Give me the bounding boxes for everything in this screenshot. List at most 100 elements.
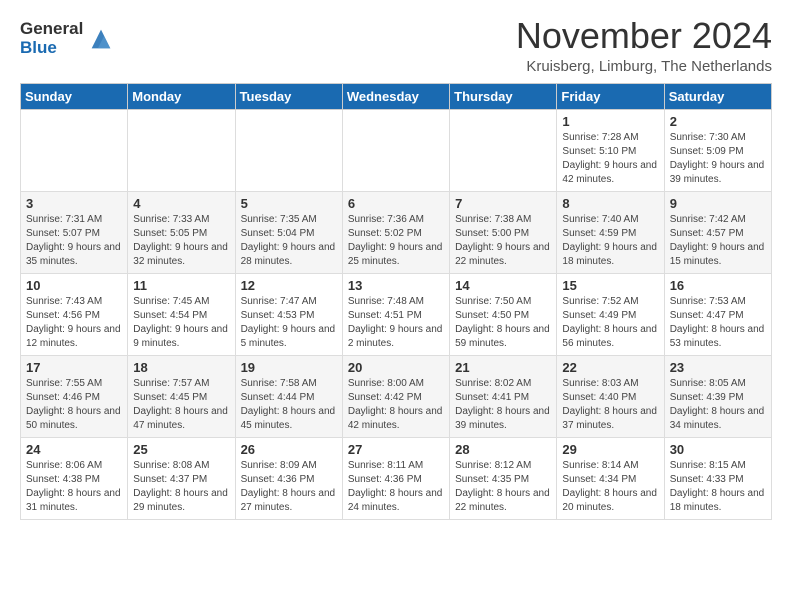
day-info: Sunrise: 8:02 AM Sunset: 4:41 PM Dayligh…: [455, 377, 551, 433]
day-cell: [450, 109, 557, 191]
day-info: Sunrise: 8:00 AM Sunset: 4:42 PM Dayligh…: [348, 377, 444, 433]
day-cell: 4Sunrise: 7:33 AM Sunset: 5:05 PM Daylig…: [128, 191, 235, 273]
logo-general: General: [20, 20, 83, 39]
day-number: 20: [348, 360, 444, 375]
day-number: 13: [348, 278, 444, 293]
logo-blue: Blue: [20, 39, 83, 58]
day-info: Sunrise: 7:35 AM Sunset: 5:04 PM Dayligh…: [241, 213, 337, 269]
day-cell: 19 Sunrise: 7:58 AM Sunset: 4:44 PM Dayli…: [235, 355, 342, 437]
day-number: 18: [133, 360, 229, 375]
week-row-1: 3 Sunrise: 7:31 AM Sunset: 5:07 PM Daylig…: [21, 191, 772, 273]
week-row-2: 10Sunrise: 7:43 AM Sunset: 4:56 PM Dayli…: [21, 273, 772, 355]
logo: General Blue: [20, 20, 115, 57]
day-number: 27: [348, 442, 444, 457]
day-number: 9: [670, 196, 766, 211]
day-cell: 25 Sunrise: 8:08 AM Sunset: 4:37 PM Dayli…: [128, 437, 235, 519]
day-cell: 6Sunrise: 7:36 AM Sunset: 5:02 PM Daylig…: [342, 191, 449, 273]
day-info: Sunrise: 7:45 AM Sunset: 4:54 PM Dayligh…: [133, 295, 229, 351]
day-info: Sunrise: 8:06 AM Sunset: 4:38 PM Dayligh…: [26, 459, 122, 515]
day-info: Sunrise: 7:38 AM Sunset: 5:00 PM Dayligh…: [455, 213, 551, 269]
day-cell: 28 Sunrise: 8:12 AM Sunset: 4:35 PM Dayli…: [450, 437, 557, 519]
day-cell: 27 Sunrise: 8:11 AM Sunset: 4:36 PM Dayli…: [342, 437, 449, 519]
day-cell: [21, 109, 128, 191]
day-cell: 18 Sunrise: 7:57 AM Sunset: 4:45 PM Dayli…: [128, 355, 235, 437]
day-cell: 13Sunrise: 7:48 AM Sunset: 4:51 PM Dayli…: [342, 273, 449, 355]
day-cell: 7 Sunrise: 7:38 AM Sunset: 5:00 PM Daylig…: [450, 191, 557, 273]
day-cell: [342, 109, 449, 191]
day-cell: 16Sunrise: 7:53 AM Sunset: 4:47 PM Dayli…: [664, 273, 771, 355]
day-info: Sunrise: 8:09 AM Sunset: 4:36 PM Dayligh…: [241, 459, 337, 515]
day-cell: 1 Sunrise: 7:28 AM Sunset: 5:10 PM Daylig…: [557, 109, 664, 191]
subtitle: Kruisberg, Limburg, The Netherlands: [516, 58, 772, 75]
day-cell: 3 Sunrise: 7:31 AM Sunset: 5:07 PM Daylig…: [21, 191, 128, 273]
day-cell: 8 Sunrise: 7:40 AM Sunset: 4:59 PM Daylig…: [557, 191, 664, 273]
col-saturday: Saturday: [664, 83, 771, 109]
day-cell: 14Sunrise: 7:50 AM Sunset: 4:50 PM Dayli…: [450, 273, 557, 355]
day-number: 29: [562, 442, 658, 457]
day-info: Sunrise: 7:52 AM Sunset: 4:49 PM Dayligh…: [562, 295, 658, 351]
day-info: Sunrise: 8:03 AM Sunset: 4:40 PM Dayligh…: [562, 377, 658, 433]
day-number: 6: [348, 196, 444, 211]
day-number: 24: [26, 442, 122, 457]
day-number: 17: [26, 360, 122, 375]
page: General Blue November 2024 Kruisberg, Li…: [0, 0, 792, 536]
day-info: Sunrise: 7:42 AM Sunset: 4:57 PM Dayligh…: [670, 213, 766, 269]
header-row: Sunday Monday Tuesday Wednesday Thursday…: [21, 83, 772, 109]
day-number: 5: [241, 196, 337, 211]
day-info: Sunrise: 7:28 AM Sunset: 5:10 PM Dayligh…: [562, 131, 658, 187]
week-row-3: 17Sunrise: 7:55 AM Sunset: 4:46 PM Dayli…: [21, 355, 772, 437]
day-cell: 23 Sunrise: 8:05 AM Sunset: 4:39 PM Dayli…: [664, 355, 771, 437]
day-info: Sunrise: 8:05 AM Sunset: 4:39 PM Dayligh…: [670, 377, 766, 433]
day-info: Sunrise: 8:08 AM Sunset: 4:37 PM Dayligh…: [133, 459, 229, 515]
day-number: 30: [670, 442, 766, 457]
day-cell: 30Sunrise: 8:15 AM Sunset: 4:33 PM Dayli…: [664, 437, 771, 519]
day-number: 21: [455, 360, 551, 375]
day-info: Sunrise: 7:33 AM Sunset: 5:05 PM Dayligh…: [133, 213, 229, 269]
day-number: 11: [133, 278, 229, 293]
day-number: 19: [241, 360, 337, 375]
calendar-table: Sunday Monday Tuesday Wednesday Thursday…: [20, 83, 772, 520]
col-wednesday: Wednesday: [342, 83, 449, 109]
day-info: Sunrise: 7:57 AM Sunset: 4:45 PM Dayligh…: [133, 377, 229, 433]
week-row-0: 1 Sunrise: 7:28 AM Sunset: 5:10 PM Daylig…: [21, 109, 772, 191]
col-thursday: Thursday: [450, 83, 557, 109]
day-number: 1: [562, 114, 658, 129]
day-cell: 12 Sunrise: 7:47 AM Sunset: 4:53 PM Dayli…: [235, 273, 342, 355]
col-sunday: Sunday: [21, 83, 128, 109]
day-number: 28: [455, 442, 551, 457]
day-info: Sunrise: 7:30 AM Sunset: 5:09 PM Dayligh…: [670, 131, 766, 187]
day-number: 10: [26, 278, 122, 293]
day-info: Sunrise: 7:31 AM Sunset: 5:07 PM Dayligh…: [26, 213, 122, 269]
day-cell: 17Sunrise: 7:55 AM Sunset: 4:46 PM Dayli…: [21, 355, 128, 437]
day-number: 7: [455, 196, 551, 211]
logo-icon: [87, 25, 115, 53]
day-info: Sunrise: 7:50 AM Sunset: 4:50 PM Dayligh…: [455, 295, 551, 351]
month-title: November 2024: [516, 16, 772, 56]
day-number: 3: [26, 196, 122, 211]
week-row-4: 24 Sunrise: 8:06 AM Sunset: 4:38 PM Dayli…: [21, 437, 772, 519]
day-cell: 2Sunrise: 7:30 AM Sunset: 5:09 PM Daylig…: [664, 109, 771, 191]
day-info: Sunrise: 7:53 AM Sunset: 4:47 PM Dayligh…: [670, 295, 766, 351]
day-info: Sunrise: 7:58 AM Sunset: 4:44 PM Dayligh…: [241, 377, 337, 433]
day-number: 8: [562, 196, 658, 211]
day-number: 26: [241, 442, 337, 457]
day-cell: [235, 109, 342, 191]
day-number: 12: [241, 278, 337, 293]
day-cell: 5 Sunrise: 7:35 AM Sunset: 5:04 PM Daylig…: [235, 191, 342, 273]
day-info: Sunrise: 8:12 AM Sunset: 4:35 PM Dayligh…: [455, 459, 551, 515]
day-cell: 11 Sunrise: 7:45 AM Sunset: 4:54 PM Dayli…: [128, 273, 235, 355]
col-friday: Friday: [557, 83, 664, 109]
day-info: Sunrise: 7:40 AM Sunset: 4:59 PM Dayligh…: [562, 213, 658, 269]
col-monday: Monday: [128, 83, 235, 109]
day-number: 23: [670, 360, 766, 375]
day-cell: 10Sunrise: 7:43 AM Sunset: 4:56 PM Dayli…: [21, 273, 128, 355]
day-info: Sunrise: 7:47 AM Sunset: 4:53 PM Dayligh…: [241, 295, 337, 351]
day-info: Sunrise: 8:11 AM Sunset: 4:36 PM Dayligh…: [348, 459, 444, 515]
header: General Blue November 2024 Kruisberg, Li…: [20, 16, 772, 75]
day-number: 22: [562, 360, 658, 375]
day-number: 25: [133, 442, 229, 457]
title-block: November 2024 Kruisberg, Limburg, The Ne…: [516, 16, 772, 75]
day-cell: 15Sunrise: 7:52 AM Sunset: 4:49 PM Dayli…: [557, 273, 664, 355]
day-cell: 26 Sunrise: 8:09 AM Sunset: 4:36 PM Dayli…: [235, 437, 342, 519]
day-cell: [128, 109, 235, 191]
